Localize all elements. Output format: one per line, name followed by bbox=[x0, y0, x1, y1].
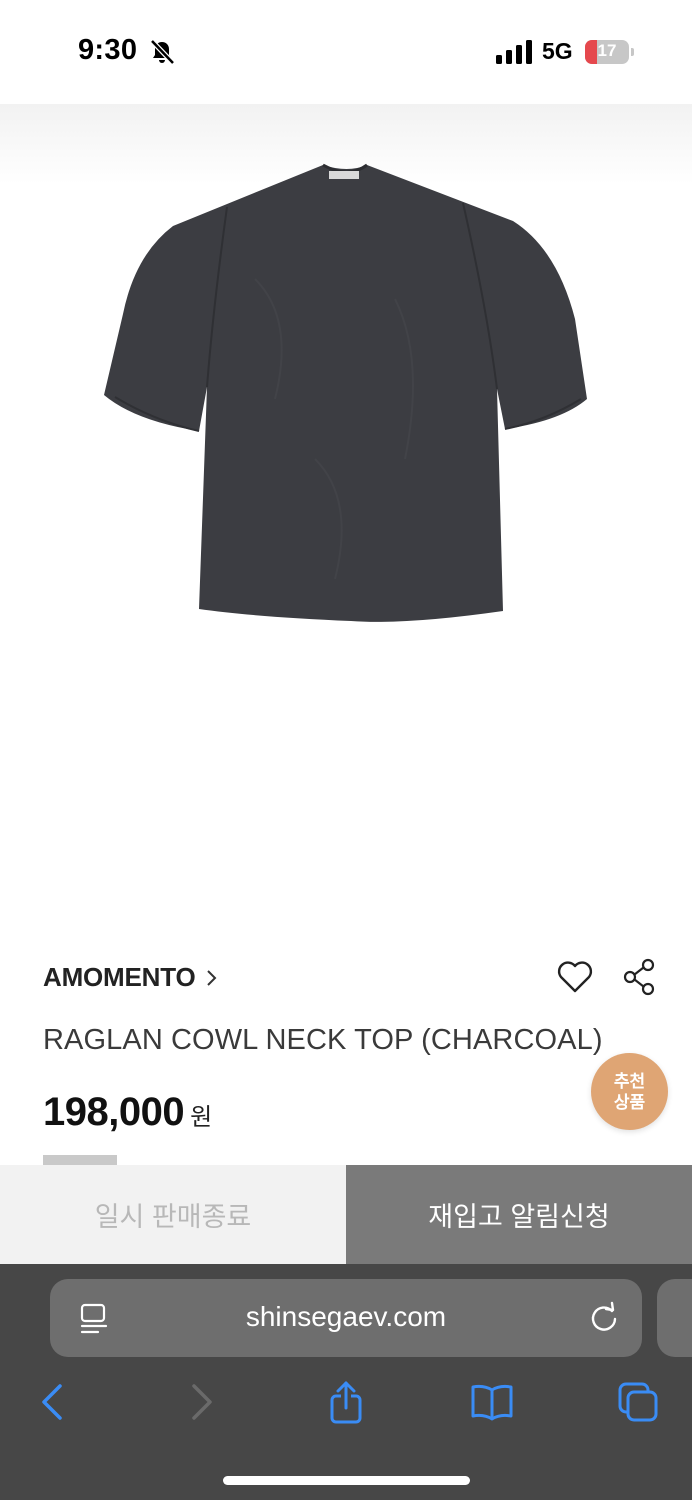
brand-name: AMOMENTO bbox=[43, 962, 196, 992]
network-type: 5G bbox=[542, 38, 573, 64]
share-icon[interactable] bbox=[621, 957, 657, 997]
recommended-products-button[interactable]: 추천 상품 bbox=[591, 1053, 668, 1130]
battery-level: 17 bbox=[597, 41, 617, 60]
url-text: shinsegaev.com bbox=[245, 1301, 447, 1332]
price-currency: 원 bbox=[190, 1104, 213, 1131]
sold-out-button: 일시 판매종료 bbox=[0, 1165, 346, 1264]
price-value: 198,000 bbox=[43, 1090, 185, 1134]
product-photo bbox=[104, 163, 587, 622]
tabs-icon[interactable] bbox=[616, 1380, 660, 1424]
forward-icon bbox=[192, 1384, 212, 1420]
product-image[interactable] bbox=[0, 104, 692, 944]
status-bar: 9:30 5G 17 bbox=[0, 0, 692, 104]
product-name: RAGLAN COWL NECK TOP (CHARCOAL) bbox=[43, 1024, 603, 1056]
next-tab-preview[interactable] bbox=[657, 1279, 692, 1357]
battery-icon: 17 bbox=[585, 40, 635, 64]
address-bar[interactable]: shinsegaev.com bbox=[50, 1279, 642, 1357]
home-indicator[interactable] bbox=[223, 1476, 470, 1485]
signal-icon bbox=[496, 40, 532, 64]
bell-slash-icon bbox=[150, 39, 175, 65]
status-time: 9:30 bbox=[78, 34, 138, 66]
browser-bar: shinsegaev.com bbox=[0, 1264, 692, 1500]
share-icon[interactable] bbox=[324, 1380, 368, 1424]
heart-icon[interactable] bbox=[556, 960, 594, 994]
reload-icon[interactable] bbox=[588, 1301, 620, 1335]
back-icon[interactable] bbox=[30, 1380, 74, 1424]
bookmarks-icon[interactable] bbox=[470, 1380, 514, 1424]
recommended-label: 추천 상품 bbox=[613, 1071, 646, 1112]
price: 198,000 원 bbox=[43, 1090, 212, 1135]
chevron-right-icon bbox=[207, 969, 217, 986]
restock-alert-button[interactable]: 재입고 알림신청 bbox=[346, 1165, 692, 1264]
brand-link[interactable]: AMOMENTO bbox=[43, 962, 219, 993]
